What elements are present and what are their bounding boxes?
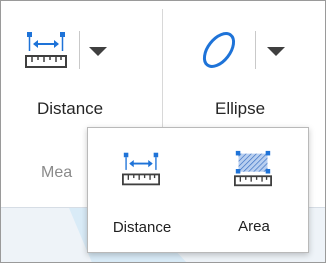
menu-item-area[interactable]: Area (206, 142, 302, 242)
distance-button[interactable]: Distance (11, 13, 147, 133)
distance-ruler-icon (25, 32, 67, 68)
ellipse-button[interactable]: Ellipse (177, 13, 317, 133)
distance-button-label: Distance (37, 99, 104, 118)
menu-item-label: Distance (112, 219, 172, 236)
chevron-down-icon[interactable] (267, 47, 285, 56)
ellipse-icon (202, 32, 236, 68)
split-button-separator (255, 31, 256, 69)
app-window: Distance Ellipse Mea Distance Area (0, 0, 326, 263)
ribbon-group-label: Mea (41, 164, 73, 181)
distance-ruler-icon (122, 152, 160, 186)
chevron-down-icon[interactable] (89, 47, 107, 56)
ellipse-button-label: Ellipse (215, 99, 266, 118)
menu-item-distance[interactable]: Distance (94, 142, 190, 242)
area-ruler-icon (234, 150, 272, 187)
measure-dropdown-menu: Distance Area (87, 127, 309, 253)
menu-item-label: Area (238, 218, 270, 235)
split-button-separator (79, 31, 80, 69)
